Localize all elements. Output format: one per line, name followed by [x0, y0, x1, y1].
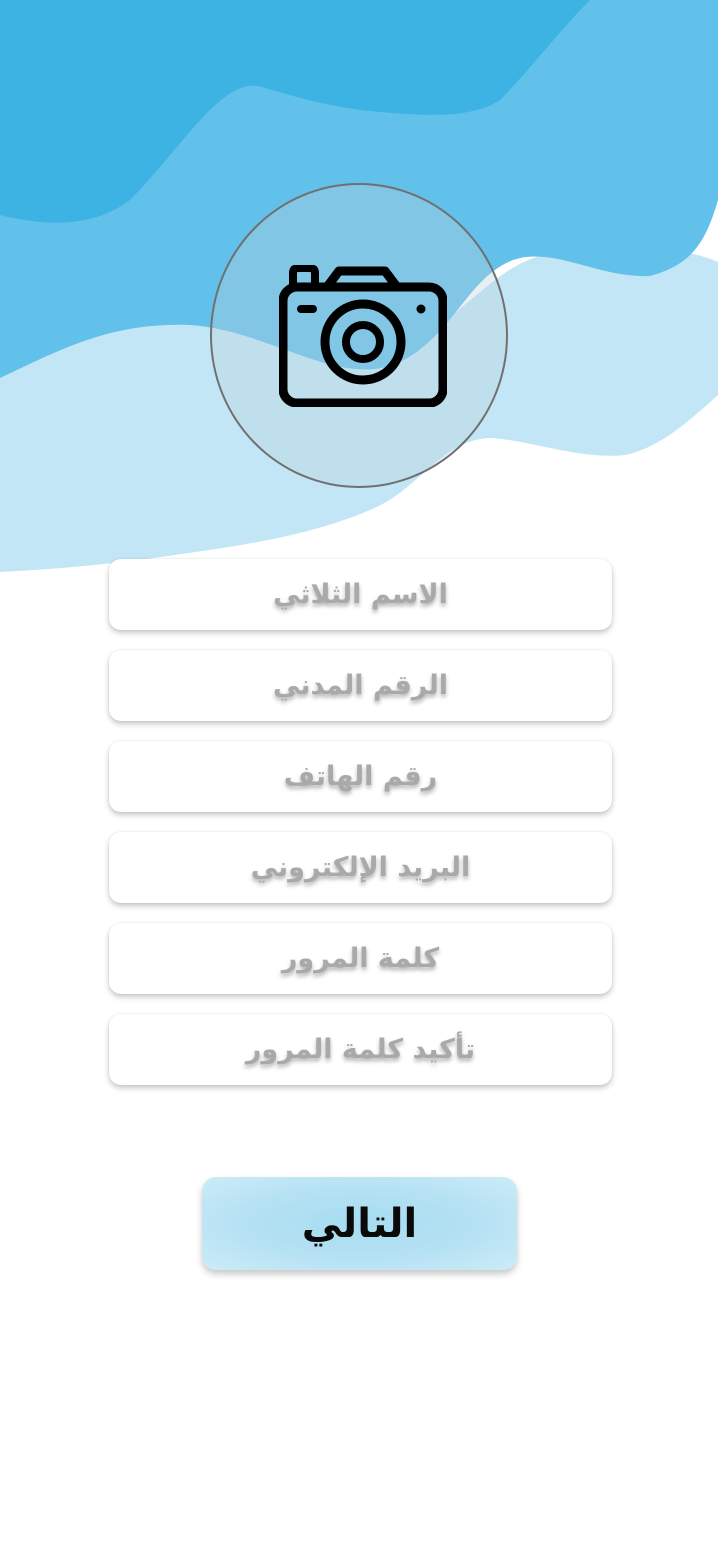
next-button[interactable]: التالي [202, 1177, 517, 1270]
password-field[interactable]: كلمة المرور [109, 923, 612, 994]
phone-number-placeholder: رقم الهاتف [283, 761, 438, 792]
email-field[interactable]: البريد الإلكتروني [109, 832, 612, 903]
full-name-field[interactable]: الاسم الثلاثي [109, 559, 612, 630]
registration-form: الاسم الثلاثي الرقم المدني رقم الهاتف ال… [109, 559, 612, 1105]
full-name-placeholder: الاسم الثلاثي [273, 579, 448, 610]
civil-id-placeholder: الرقم المدني [273, 670, 448, 701]
camera-icon [279, 265, 447, 407]
confirm-password-field[interactable]: تأكيد كلمة المرور [109, 1014, 612, 1085]
civil-id-field[interactable]: الرقم المدني [109, 650, 612, 721]
phone-number-field[interactable]: رقم الهاتف [109, 741, 612, 812]
next-button-label: التالي [301, 1200, 418, 1247]
email-placeholder: البريد الإلكتروني [250, 852, 471, 883]
password-placeholder: كلمة المرور [281, 943, 440, 974]
profile-photo-upload[interactable] [210, 183, 508, 488]
confirm-password-placeholder: تأكيد كلمة المرور [245, 1034, 476, 1065]
